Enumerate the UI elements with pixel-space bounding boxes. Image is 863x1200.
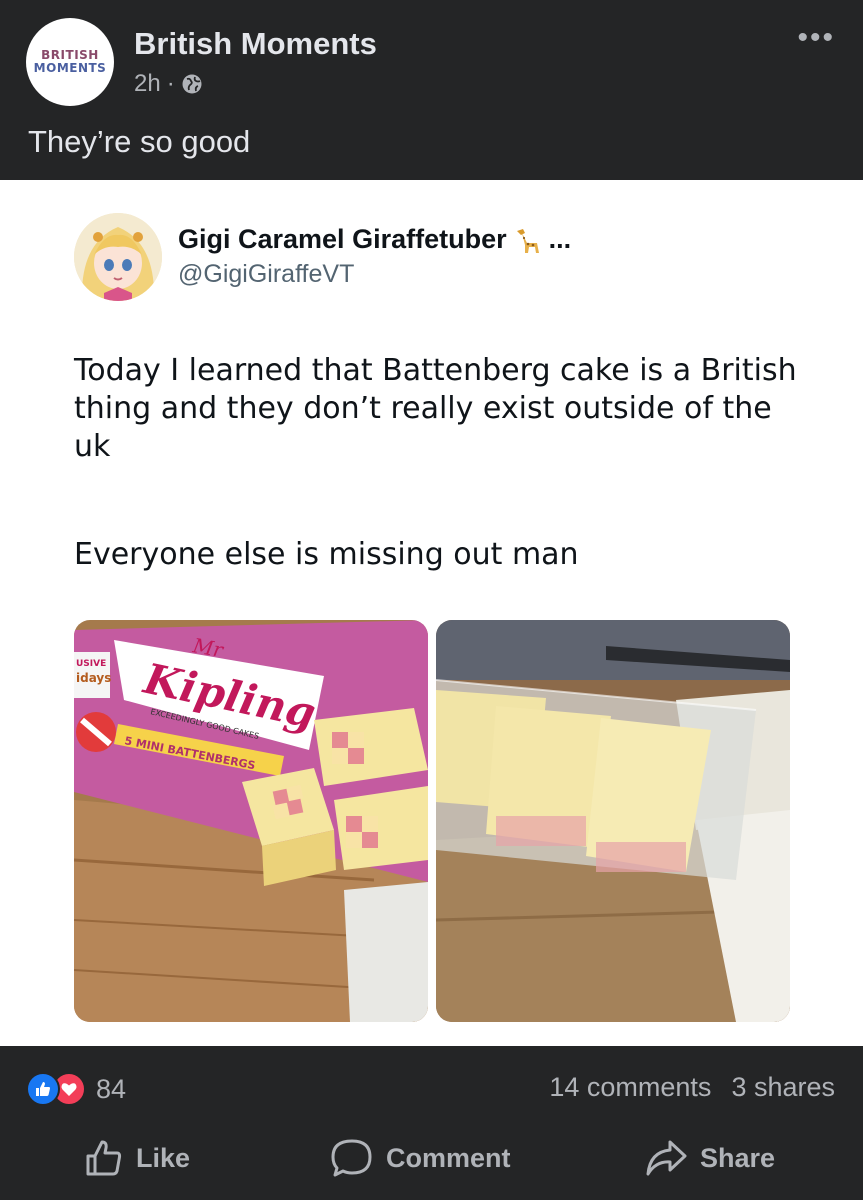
meta-separator: · (166, 70, 175, 97)
reaction-count: 84 (96, 1073, 127, 1104)
post-header: BRITISH MOMENTS British Moments 2h · •••… (0, 0, 863, 180)
like-outline-icon (86, 1140, 122, 1176)
tweet-display-name: Gigi Caramel Giraffetuber ... (178, 224, 571, 255)
share-arrow-icon (646, 1140, 687, 1176)
comment-bubble-icon (331, 1139, 372, 1177)
post-meta: 2h · (134, 70, 203, 98)
share-button-label: Share (700, 1142, 776, 1173)
comments-count-link[interactable]: 14 comments (549, 1072, 711, 1103)
shares-count-link[interactable]: 3 shares (731, 1072, 835, 1103)
tweet-text-second: Everyone else is missing out man (74, 537, 579, 572)
battenberg-cakes-photo (436, 620, 790, 1022)
action-bar: Like Comment Share (0, 1138, 863, 1182)
reaction-summary[interactable]: 84 (26, 1072, 126, 1106)
more-options-button[interactable]: ••• (797, 23, 835, 53)
engagement-stats: 14 comments 3 shares (549, 1072, 835, 1103)
like-reaction-icon (26, 1072, 60, 1106)
like-button[interactable]: Like (84, 1138, 190, 1178)
name-ellipsis: ... (548, 224, 572, 254)
tweet-photo-cakes (436, 620, 790, 1022)
tweet-screenshot-image[interactable]: Gigi Caramel Giraffetuber ... @GigiGiraf… (0, 180, 863, 1046)
share-button[interactable]: Share (644, 1138, 775, 1178)
tweet-author-avatar (74, 213, 162, 301)
heart-icon (61, 1083, 77, 1096)
comment-button[interactable]: Comment (330, 1138, 511, 1178)
globe-icon (182, 74, 202, 94)
side-text-top: USIVE (76, 659, 106, 669)
thumbs-up-icon (36, 1082, 50, 1096)
post-time[interactable]: 2h (134, 70, 161, 98)
anime-avatar-illustration (74, 213, 162, 301)
avatar-text-moments: MOMENTS (33, 61, 107, 75)
tweet-text: Today I learned that Battenberg cake is … (74, 353, 797, 464)
tweet-handle: @GigiGiraffeVT (178, 260, 355, 288)
giraffe-emoji-icon (516, 228, 539, 253)
battenberg-box-photo: Mr Kipling EXCEEDINGLY GOOD CAKES 5 MINI… (74, 620, 428, 1022)
page-name[interactable]: British Moments (134, 26, 377, 62)
tweet-photo-box: Mr Kipling EXCEEDINGLY GOOD CAKES 5 MINI… (74, 620, 428, 1022)
tweet-display-name-text: Gigi Caramel Giraffetuber (178, 224, 507, 254)
post-footer: 84 14 comments 3 shares Like Comment Sha… (0, 1046, 863, 1200)
like-button-label: Like (136, 1142, 191, 1173)
side-text-bottom: idays (76, 671, 111, 685)
page-avatar[interactable]: BRITISH MOMENTS (26, 18, 114, 106)
post-caption: They’re so good (28, 124, 251, 159)
comment-button-label: Comment (386, 1142, 511, 1173)
